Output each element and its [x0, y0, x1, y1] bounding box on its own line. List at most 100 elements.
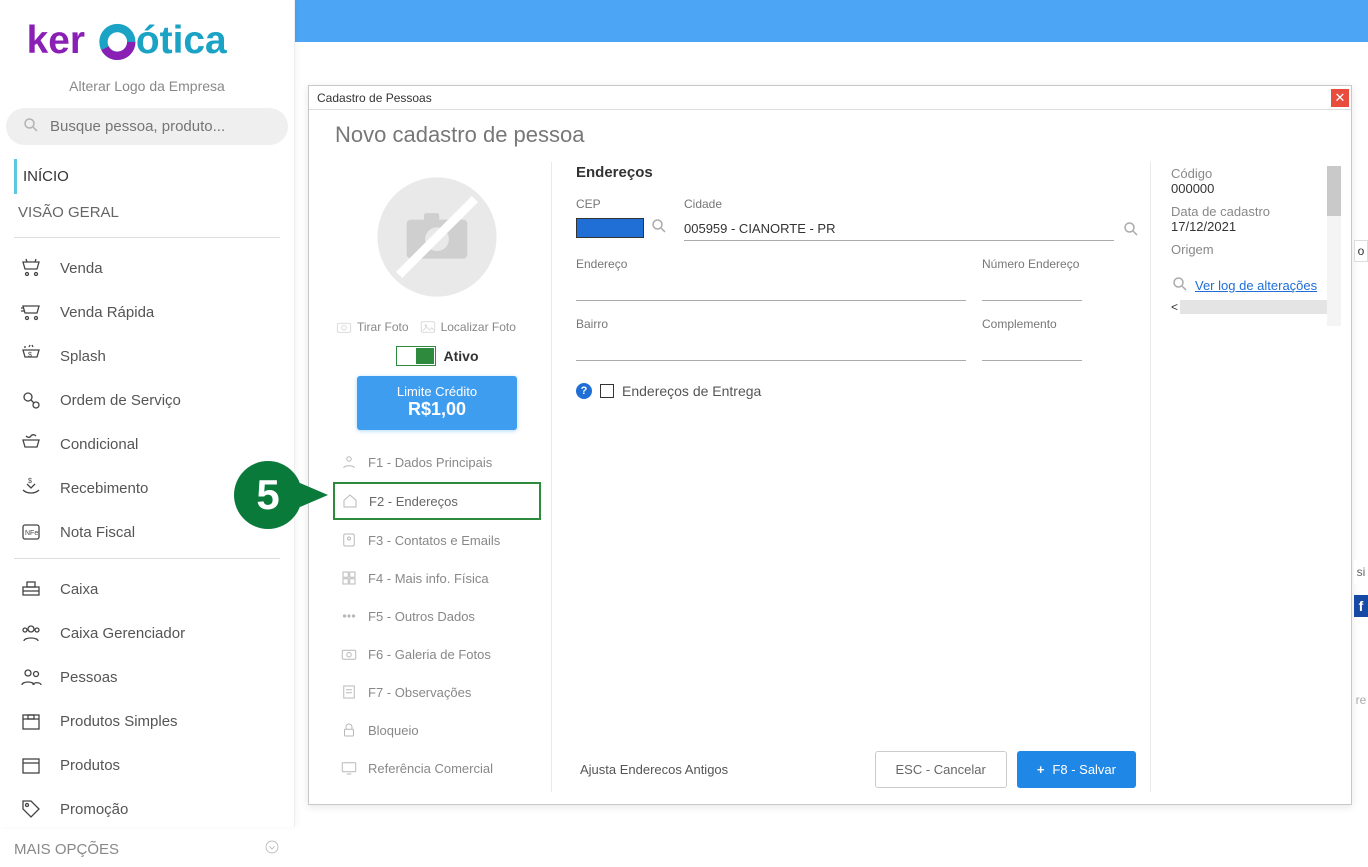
conditional-icon — [18, 431, 44, 457]
cidade-search-icon[interactable] — [1122, 220, 1140, 241]
home-icon — [341, 492, 359, 510]
tab-label: F6 - Galeria de Fotos — [368, 647, 491, 662]
scroll-left-icon[interactable]: < — [1171, 300, 1178, 314]
dots-icon — [340, 607, 358, 625]
cep-input[interactable] — [576, 218, 644, 238]
ativo-toggle-row: Ativo — [333, 346, 541, 376]
help-icon[interactable]: ? — [576, 383, 592, 399]
splash-icon: $ — [18, 343, 44, 369]
nav-produtos[interactable]: Produtos — [14, 743, 280, 787]
endereco-input[interactable] — [576, 277, 966, 301]
numero-label: Número Endereço — [982, 257, 1082, 271]
save-label: F8 - Salvar — [1052, 762, 1116, 777]
step-badge-5: 5 — [230, 455, 330, 538]
search-input[interactable] — [50, 118, 272, 135]
sidebar: ker ótica Alterar Logo da Empresa INÍCIO… — [0, 0, 295, 827]
logo-subtitle[interactable]: Alterar Logo da Empresa — [0, 70, 294, 108]
ver-log-link[interactable]: Ver log de alterações — [1195, 278, 1317, 293]
limite-credito-button[interactable]: Limite Crédito R$1,00 — [357, 376, 517, 430]
facebook-icon[interactable]: f — [1354, 595, 1368, 617]
note-icon — [340, 683, 358, 701]
tab-label: Referência Comercial — [368, 761, 493, 776]
tab-f4-mais-info[interactable]: F4 - Mais info. Física — [333, 560, 541, 596]
value: R$1,00 — [357, 399, 517, 420]
contact-icon — [340, 531, 358, 549]
tirar-foto-button[interactable]: Tirar Foto — [335, 318, 409, 336]
nav-caixa-gerenciador[interactable]: Caixa Gerenciador — [14, 611, 280, 655]
close-button[interactable]: ✕ — [1331, 89, 1349, 107]
divider — [14, 237, 280, 238]
nav-caixa[interactable]: Caixa — [14, 567, 280, 611]
tab-bloqueio[interactable]: Bloqueio — [333, 712, 541, 748]
tab-label: Bloqueio — [368, 723, 419, 738]
plus-icon: + — [1037, 762, 1045, 777]
photo-placeholder — [357, 162, 517, 312]
cancel-button[interactable]: ESC - Cancelar — [875, 751, 1007, 788]
nav-inicio[interactable]: INÍCIO — [14, 159, 280, 194]
nfe-icon: NFe — [18, 519, 44, 545]
field-cep: CEP — [576, 197, 668, 241]
vertical-scrollbar[interactable] — [1327, 166, 1341, 326]
svg-text:$: $ — [28, 352, 32, 359]
grid-icon — [340, 569, 358, 587]
nav-label: MAIS OPÇÕES — [14, 841, 119, 858]
nav-label: Produtos — [60, 757, 120, 774]
brand-logo: ker ótica — [0, 8, 294, 70]
codigo-label: Código — [1171, 166, 1337, 181]
save-button[interactable]: + F8 - Salvar — [1017, 751, 1136, 788]
nav-mais-opcoes[interactable]: MAIS OPÇÕES — [0, 831, 294, 867]
nav-pessoas[interactable]: Pessoas — [14, 655, 280, 699]
nav-ordem-servico[interactable]: Ordem de Serviço — [14, 378, 280, 422]
nav-label: Caixa Gerenciador — [60, 625, 185, 642]
label: Localizar Foto — [441, 320, 516, 334]
ativo-toggle[interactable] — [396, 346, 436, 366]
complemento-label: Complemento — [982, 317, 1082, 331]
tab-label: F3 - Contatos e Emails — [368, 533, 500, 548]
side-info: Código 000000 Data de cadastro 17/12/202… — [1161, 162, 1341, 792]
label: Tirar Foto — [357, 320, 409, 334]
cep-label: CEP — [576, 197, 668, 211]
field-endereco: Endereço — [576, 257, 966, 301]
nav-venda[interactable]: Venda — [14, 246, 280, 290]
modal-body: Tirar Foto Localizar Foto Ativo Limite C… — [309, 162, 1351, 802]
nav-label: Nota Fiscal — [60, 524, 135, 541]
tab-f3-contatos[interactable]: F3 - Contatos e Emails — [333, 522, 541, 558]
nav-label: Venda — [60, 260, 103, 277]
bairro-label: Bairro — [576, 317, 966, 331]
tab-f1-dados[interactable]: F1 - Dados Principais — [333, 444, 541, 480]
field-bairro: Bairro — [576, 317, 966, 361]
nav-splash[interactable]: $ Splash — [14, 334, 280, 378]
person-icon — [340, 453, 358, 471]
localizar-foto-button[interactable]: Localizar Foto — [419, 318, 516, 336]
monitor-icon — [340, 759, 358, 777]
horizontal-scrollbar[interactable]: < > — [1171, 300, 1337, 314]
nav-label: Ordem de Serviço — [60, 392, 181, 409]
complemento-input[interactable] — [982, 337, 1082, 361]
tab-f6-galeria[interactable]: F6 - Galeria de Fotos — [333, 636, 541, 672]
bairro-input[interactable] — [576, 337, 966, 361]
cep-search-icon[interactable] — [650, 217, 668, 238]
tab-referencia[interactable]: Referência Comercial — [333, 750, 541, 786]
tab-f2-enderecos[interactable]: F2 - Endereços — [333, 482, 541, 520]
tab-f5-outros[interactable]: F5 - Outros Dados — [333, 598, 541, 634]
nav-venda-rapida[interactable]: Venda Rápida — [14, 290, 280, 334]
peek-letter: o — [1354, 240, 1368, 262]
numero-input[interactable] — [982, 277, 1082, 301]
lock-icon — [340, 721, 358, 739]
data-label: Data de cadastro — [1171, 204, 1337, 219]
cidade-input[interactable] — [684, 217, 1114, 241]
nav-label: Venda Rápida — [60, 304, 154, 321]
svg-text:NFe: NFe — [25, 530, 38, 537]
ajusta-enderecos-link[interactable]: Ajusta Enderecos Antigos — [580, 762, 728, 777]
form-footer: Ajusta Enderecos Antigos ESC - Cancelar … — [576, 741, 1140, 792]
codigo-value: 000000 — [1171, 181, 1337, 204]
global-search[interactable] — [6, 108, 288, 145]
entrega-checkbox[interactable] — [600, 384, 614, 398]
entrega-row: ? Endereços de Entrega — [576, 377, 1140, 399]
svg-text:$: $ — [28, 478, 32, 485]
wrench-icon — [18, 387, 44, 413]
nav-label: Condicional — [60, 436, 138, 453]
nav-produtos-simples[interactable]: Produtos Simples — [14, 699, 280, 743]
nav-promocao[interactable]: Promoção — [14, 787, 280, 831]
tab-f7-observacoes[interactable]: F7 - Observações — [333, 674, 541, 710]
